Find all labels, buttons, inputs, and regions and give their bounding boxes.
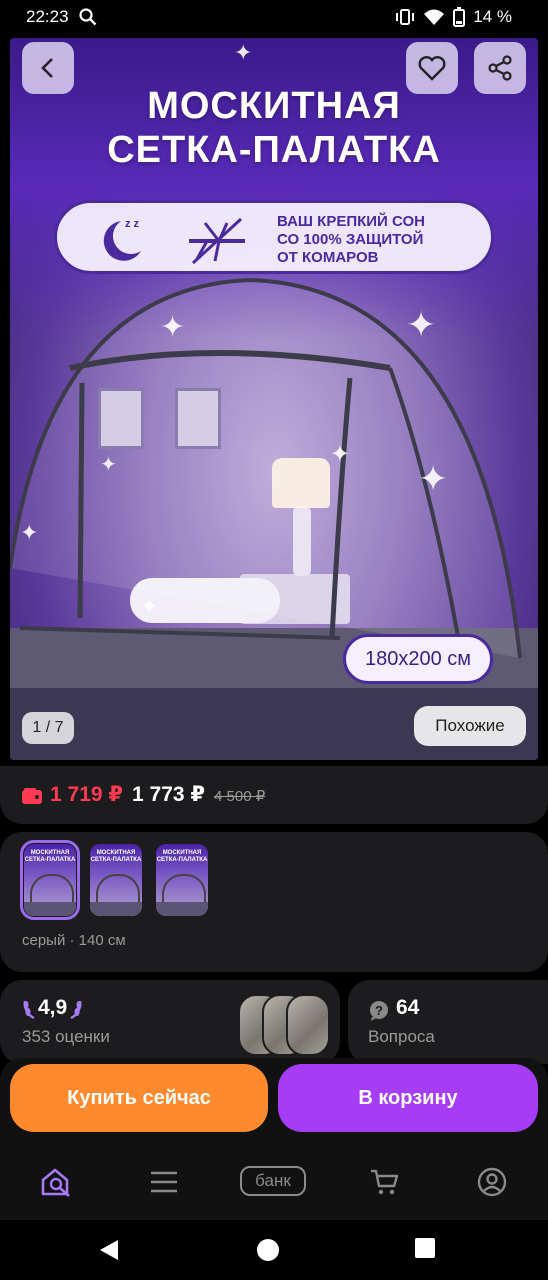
old-price: 4 500 ₽ [214,788,266,805]
similar-button[interactable]: Похожие [414,706,526,746]
laurel-right-icon [70,1000,82,1019]
svg-text:?: ? [375,1003,383,1018]
product-image[interactable]: ✦ ✦ ✦ ✦ ✦ ✦ ✦ ✦ МОСКИТНАЯ СЕТКА-ПАЛАТКА … [10,38,538,760]
question-bubble-icon: ? [368,1000,390,1027]
sparkle-icon: ✦ [100,454,117,476]
status-time: 22:23 [26,7,69,26]
review-photos[interactable] [238,994,330,1056]
variant-selector: МОСКИТНАЯ СЕТКА-ПАЛАТКА МОСКИТНАЯ СЕТКА-… [0,832,548,972]
rating-number: 4,9 [38,996,68,1019]
banner-text: ВАШ КРЕПКИЙ СОН СО 100% ЗАЩИТОЙ ОТ КОМАР… [277,213,487,267]
card-price: 1 719 ₽ [50,783,123,806]
profile-icon [477,1167,507,1197]
sparkle-icon: ✦ [140,594,159,619]
questions-section[interactable]: ? 64 Вопроса [348,980,548,1064]
hero-title: МОСКИТНАЯ СЕТКА-ПАЛАТКА [10,84,538,172]
sparkle-icon: ✦ [234,40,253,65]
cart-icon [371,1169,399,1195]
variant-thumb-title: МОСКИТНАЯ СЕТКА-ПАЛАТКА [24,850,76,863]
buy-now-button[interactable]: Купить сейчас [10,1064,268,1132]
sparkle-icon: ✦ [330,441,351,468]
variant-thumb[interactable]: МОСКИТНАЯ СЕТКА-ПАЛАТКА [90,844,142,916]
bottom-navigation: банк [0,1144,548,1220]
system-home-icon[interactable] [256,1238,280,1267]
review-photo [286,994,330,1056]
sleeping-moon-icon: z z [95,213,151,270]
nav-home[interactable] [36,1164,76,1200]
vibrate-icon [395,8,415,26]
nav-catalog[interactable] [144,1164,184,1200]
wifi-icon [423,8,445,26]
system-recents-icon[interactable] [415,1238,435,1263]
menu-icon [151,1171,177,1193]
search-icon [79,8,97,31]
nav-bank[interactable]: банк [240,1166,306,1196]
status-bar: 22:23 14 % [0,0,548,34]
heart-icon [418,56,446,81]
variant-thumb-title: МОСКИТНАЯ СЕТКА-ПАЛАТКА [90,850,142,863]
hero-title-line2: СЕТКА-ПАЛАТКА [107,129,441,171]
home-search-icon [41,1168,70,1197]
protection-banner: z z ВАШ КРЕПКИЙ СОН СО 100% ЗАЩИТОЙ ОТ К… [54,200,494,274]
favorite-button[interactable] [406,42,458,94]
nav-profile[interactable] [472,1164,512,1200]
current-price: 1 773 ₽ [132,783,205,806]
sparkle-icon: ✦ [406,304,437,345]
variant-thumb[interactable]: МОСКИТНАЯ СЕТКА-ПАЛАТКА [20,840,80,920]
variant-thumb-title: МОСКИТНАЯ СЕТКА-ПАЛАТКА [156,850,208,863]
sparkle-icon: ✦ [160,311,186,344]
laurel-left-icon [23,1000,35,1019]
action-bar: Купить сейчас В корзину [0,1058,548,1144]
share-icon [488,55,512,81]
variant-thumb[interactable]: МОСКИТНАЯ СЕТКА-ПАЛАТКА [156,844,208,916]
system-navigation [0,1220,548,1280]
chevron-left-icon [41,58,53,78]
banner-line2: СО 100% ЗАЩИТОЙ [277,231,424,248]
banner-line1: ВАШ КРЕПКИЙ СОН [277,213,425,230]
back-button[interactable] [22,42,74,94]
questions-count: 64 [396,996,420,1019]
questions-label: Вопроса [368,1027,435,1046]
wallet-card-icon [22,788,42,809]
banner-line3: ОТ КОМАРОВ [277,249,379,266]
battery-icon [453,7,466,27]
rating-value: 4,9 [22,996,83,1020]
svg-text:z z: z z [125,218,140,230]
hero-title-line1: МОСКИТНАЯ [147,85,401,127]
add-to-cart-button[interactable]: В корзину [278,1064,538,1132]
share-button[interactable] [474,42,526,94]
sparkle-icon: ✦ [20,520,39,545]
nav-cart[interactable] [364,1164,404,1200]
rating-section[interactable]: 4,9 353 оценки [0,980,340,1064]
size-badge: 180х200 см [343,634,493,684]
sparkle-icon: ✦ [418,458,449,499]
selected-variant-label: серый · 140 см [22,932,126,949]
image-counter: 1 / 7 [22,712,74,744]
rating-count: 353 оценки [22,1027,110,1046]
mosquito-crossed-icon [185,215,249,270]
system-back-icon[interactable] [98,1238,120,1267]
price-section: 1 719 ₽ 1 773 ₽ 4 500 ₽ [0,766,548,824]
battery-percent: 14 % [473,7,512,26]
